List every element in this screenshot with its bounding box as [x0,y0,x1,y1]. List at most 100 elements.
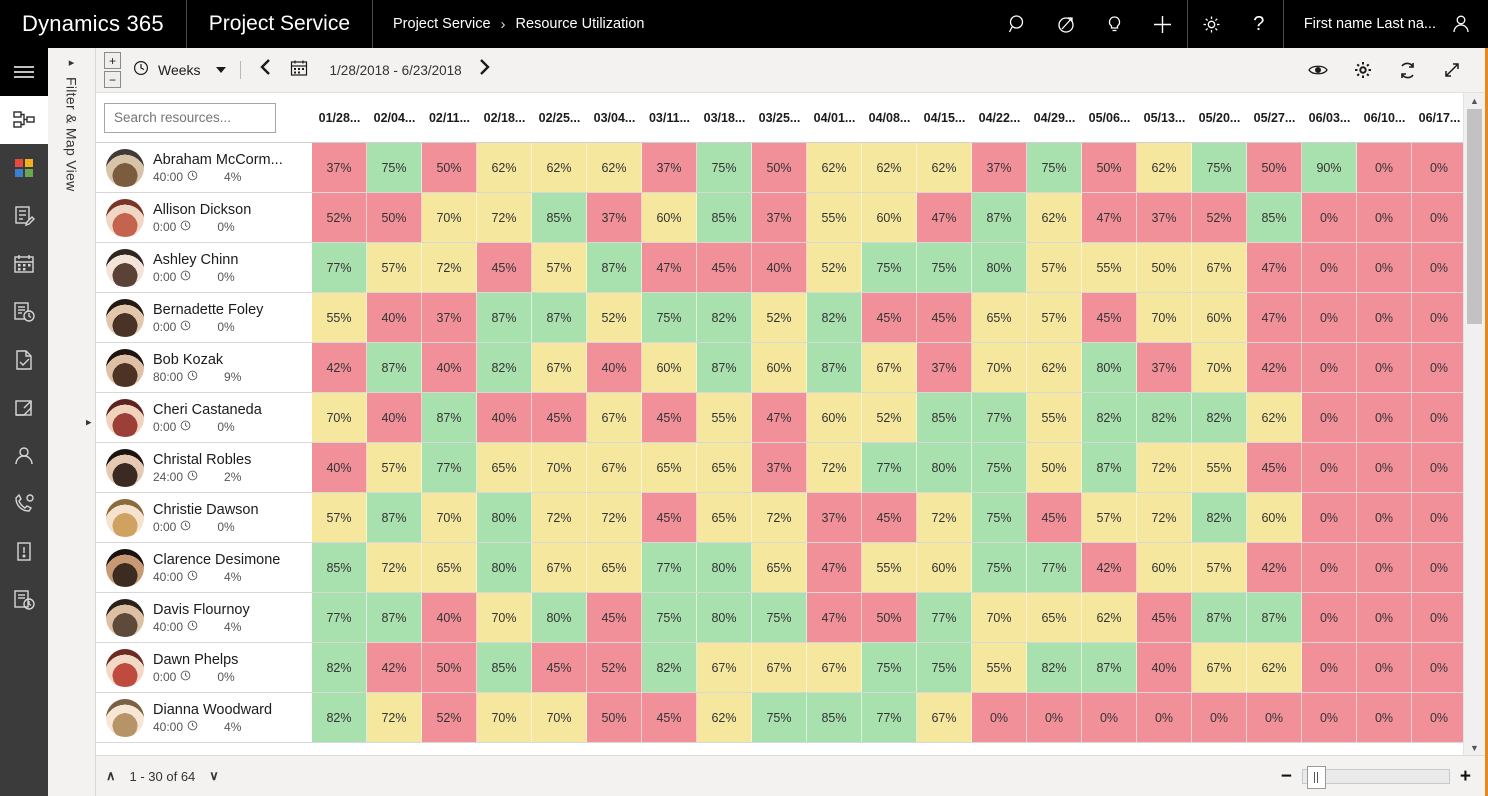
utilization-cell[interactable]: 0% [1357,243,1412,292]
table-row[interactable]: Ashley Chinn 0:00 0% 77% 57% 72% 45% 57% 87% 47% 4… [96,243,1463,293]
column-header[interactable]: 05/06... [1082,93,1137,142]
utilization-cell[interactable]: 85% [1247,193,1302,242]
utilization-cell[interactable]: 72% [752,493,807,542]
utilization-cell[interactable]: 72% [367,693,422,742]
utilization-cell[interactable]: 62% [1137,143,1192,192]
column-header[interactable]: 04/01... [807,93,862,142]
utilization-cell[interactable]: 87% [1247,593,1302,642]
utilization-cell[interactable]: 67% [1192,243,1247,292]
utilization-cell[interactable]: 67% [917,693,972,742]
utilization-cell[interactable]: 87% [697,343,752,392]
utilization-cell[interactable]: 50% [587,693,642,742]
utilization-cell[interactable]: 37% [1137,343,1192,392]
utilization-cell[interactable]: 45% [1027,493,1082,542]
utilization-cell[interactable]: 65% [972,293,1027,342]
resource-cell[interactable]: Bernadette Foley 0:00 0% [96,293,312,342]
utilization-cell[interactable]: 87% [587,243,642,292]
utilization-cell[interactable]: 37% [807,493,862,542]
help-icon[interactable]: ? [1235,0,1283,48]
utilization-cell[interactable]: 0% [1412,343,1463,392]
utilization-cell[interactable]: 62% [917,143,972,192]
utilization-cell[interactable]: 60% [917,543,972,592]
utilization-cell[interactable]: 37% [917,343,972,392]
utilization-cell[interactable]: 50% [1027,443,1082,492]
utilization-cell[interactable]: 0% [1357,443,1412,492]
chevron-down-icon[interactable] [215,67,226,73]
utilization-cell[interactable]: 70% [477,693,532,742]
utilization-cell[interactable]: 0% [1302,443,1357,492]
utilization-cell[interactable]: 67% [862,343,917,392]
next-period-button[interactable] [474,58,495,82]
utilization-cell[interactable]: 80% [917,443,972,492]
scroll-up-arrow-icon[interactable]: ▲ [1470,93,1479,109]
utilization-cell[interactable]: 82% [477,343,532,392]
zoom-slider-track[interactable] [1301,765,1450,789]
utilization-cell[interactable]: 0% [1302,393,1357,442]
utilization-cell[interactable]: 0% [1302,693,1357,742]
utilization-cell[interactable]: 75% [917,243,972,292]
utilization-cell[interactable]: 75% [752,593,807,642]
utilization-cell[interactable]: 40% [422,343,477,392]
sidebar-item-projects[interactable] [0,384,48,432]
utilization-cell[interactable]: 0% [1302,493,1357,542]
utilization-cell[interactable]: 72% [477,193,532,242]
resource-cell[interactable]: Abraham McCorm... 40:00 4% [96,143,312,192]
utilization-cell[interactable]: 67% [532,543,587,592]
brand-logo[interactable]: Dynamics 365 [0,0,187,48]
utilization-cell[interactable]: 0% [1357,693,1412,742]
utilization-cell[interactable]: 87% [422,393,477,442]
utilization-cell[interactable]: 60% [752,343,807,392]
utilization-cell[interactable]: 0% [1412,493,1463,542]
utilization-cell[interactable]: 65% [752,543,807,592]
utilization-cell[interactable]: 75% [367,143,422,192]
utilization-cell[interactable]: 50% [862,593,917,642]
utilization-cell[interactable]: 45% [477,243,532,292]
utilization-cell[interactable]: 47% [642,243,697,292]
column-header[interactable]: 04/22... [972,93,1027,142]
utilization-cell[interactable]: 67% [587,443,642,492]
resource-cell[interactable]: Christal Robles 24:00 2% [96,443,312,492]
utilization-cell[interactable]: 42% [367,643,422,692]
utilization-cell[interactable]: 70% [477,593,532,642]
utilization-cell[interactable]: 80% [477,493,532,542]
insights-icon[interactable] [1091,0,1139,48]
column-header[interactable]: 06/03... [1302,93,1357,142]
column-header[interactable]: 03/25... [752,93,807,142]
column-header[interactable]: 04/08... [862,93,917,142]
utilization-cell[interactable]: 45% [532,393,587,442]
utilization-cell[interactable]: 82% [1192,393,1247,442]
assistant-icon[interactable] [1043,0,1091,48]
utilization-cell[interactable]: 67% [532,343,587,392]
utilization-cell[interactable]: 45% [862,293,917,342]
utilization-cell[interactable]: 87% [1082,643,1137,692]
utilization-cell[interactable]: 40% [587,343,642,392]
table-row[interactable]: Dawn Phelps 0:00 0% 82% 42% 50% 85% 45% 52% 82% 67… [96,643,1463,693]
utilization-cell[interactable]: 72% [367,543,422,592]
column-header[interactable]: 02/11... [422,93,477,142]
utilization-cell[interactable]: 67% [807,643,862,692]
utilization-cell[interactable]: 52% [1192,193,1247,242]
utilization-cell[interactable]: 0% [1247,693,1302,742]
scrollbar-track[interactable] [1464,109,1485,755]
utilization-cell[interactable]: 40% [367,393,422,442]
utilization-cell[interactable]: 77% [642,543,697,592]
utilization-cell[interactable]: 57% [1027,293,1082,342]
utilization-cell[interactable]: 47% [1247,243,1302,292]
date-range-label[interactable]: 1/28/2018 - 6/23/2018 [330,63,462,78]
calendar-icon[interactable] [290,59,308,82]
utilization-cell[interactable]: 72% [1137,443,1192,492]
utilization-cell[interactable]: 90% [1302,143,1357,192]
utilization-cell[interactable]: 87% [367,343,422,392]
utilization-cell[interactable]: 40% [752,243,807,292]
utilization-cell[interactable]: 0% [1137,693,1192,742]
column-header[interactable]: 05/13... [1137,93,1192,142]
sidebar-item-service[interactable] [0,480,48,528]
column-header[interactable]: 03/04... [587,93,642,142]
utilization-cell[interactable]: 52% [312,193,367,242]
utilization-cell[interactable]: 0% [1302,193,1357,242]
utilization-cell[interactable]: 75% [972,543,1027,592]
utilization-cell[interactable]: 42% [1247,543,1302,592]
utilization-cell[interactable]: 75% [1192,143,1247,192]
filter-map-view-panel[interactable]: ▸ Filter & Map View ▸ [48,48,96,796]
utilization-cell[interactable]: 37% [752,443,807,492]
